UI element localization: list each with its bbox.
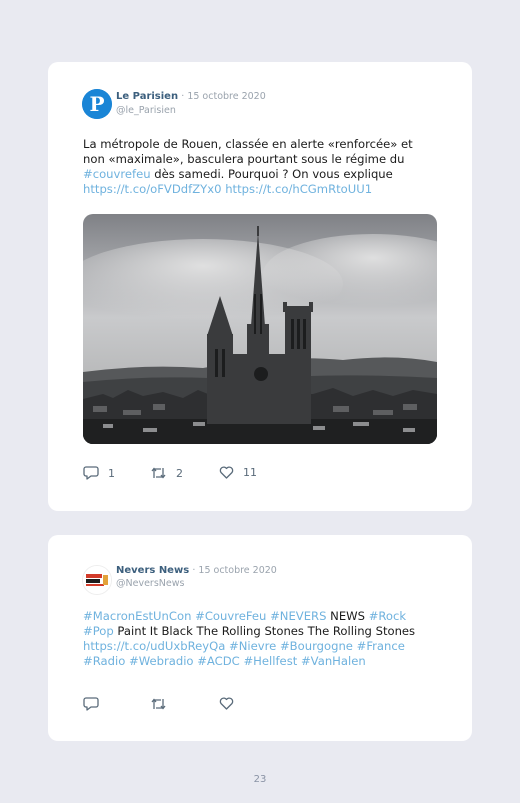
- tweet-date: · 15 octobre 2020: [192, 565, 277, 576]
- like-icon: [219, 466, 234, 479]
- tweet-text: #MacronEstUnCon #CouvreFeu #NEVERS NEWS …: [83, 609, 433, 669]
- reply-action[interactable]: 1: [83, 466, 115, 480]
- reply-action[interactable]: [83, 697, 108, 711]
- tweet-text-segment: Paint It Black The Rolling Stones The Ro…: [113, 624, 416, 638]
- reply-count: 1: [108, 466, 115, 480]
- hashtag-link[interactable]: #France: [357, 639, 405, 653]
- tweet-card-le-parisien: P Le Parisien · 15 octobre 2020 @le_Pari…: [48, 62, 472, 511]
- svg-text:P: P: [89, 92, 104, 116]
- tweet-photo[interactable]: [83, 214, 437, 444]
- url-link[interactable]: https://t.co/udUxbReyQa: [83, 639, 225, 653]
- hashtag-link[interactable]: #Pop: [83, 624, 114, 638]
- like-count: 11: [243, 466, 257, 479]
- hashtag-link[interactable]: #MacronEstUnCon: [83, 609, 191, 623]
- like-action[interactable]: 11: [219, 466, 257, 479]
- author-handle[interactable]: @NeversNews: [116, 578, 184, 589]
- tweet-text-segment: dès samedi. Pourquoi ? On vous explique: [150, 167, 393, 181]
- like-action[interactable]: [219, 697, 243, 710]
- hashtag-link[interactable]: #CouvreFeu: [195, 609, 266, 623]
- nevers-news-logo-icon: [83, 566, 111, 594]
- hashtag-link[interactable]: #Webradio: [129, 654, 194, 668]
- author-name[interactable]: Le Parisien: [116, 91, 178, 102]
- reply-icon: [83, 466, 99, 480]
- page-number: 23: [253, 774, 267, 785]
- reply-icon: [83, 697, 99, 711]
- author-line: Nevers News · 15 octobre 2020: [116, 565, 277, 576]
- retweet-count: 2: [176, 466, 183, 480]
- retweet-action[interactable]: [150, 697, 176, 711]
- url-link[interactable]: https://t.co/oFVDdfZYx0: [83, 182, 222, 196]
- avatar[interactable]: [82, 565, 112, 595]
- retweet-action[interactable]: 2: [150, 466, 183, 480]
- tweet-text-segment: La métropole de Rouen, classée en alerte…: [83, 137, 413, 166]
- avatar[interactable]: P: [82, 89, 112, 119]
- tweet-card-nevers-news: Nevers News · 15 octobre 2020 @NeversNew…: [48, 535, 472, 741]
- hashtag-link[interactable]: #VanHalen: [301, 654, 366, 668]
- tweet-date: · 15 octobre 2020: [181, 91, 266, 102]
- retweet-icon: [151, 467, 166, 479]
- hashtag-link[interactable]: #Radio: [83, 654, 125, 668]
- rouen-cathedral-photo: [83, 214, 437, 444]
- hashtag-link[interactable]: #Bourgogne: [280, 639, 353, 653]
- author-line: Le Parisien · 15 octobre 2020: [116, 91, 266, 102]
- author-name[interactable]: Nevers News: [116, 565, 189, 576]
- like-icon: [219, 697, 234, 710]
- le-parisien-logo-icon: P: [82, 89, 112, 119]
- tweet-text-segment: NEWS: [326, 609, 369, 623]
- hashtag-link[interactable]: #Hellfest: [243, 654, 297, 668]
- hashtag-link[interactable]: #Rock: [369, 609, 406, 623]
- retweet-icon: [151, 698, 166, 710]
- author-handle[interactable]: @le_Parisien: [116, 105, 176, 116]
- hashtag-link[interactable]: #Nievre: [229, 639, 276, 653]
- url-link[interactable]: https://t.co/hCGmRtoUU1: [225, 182, 372, 196]
- tweet-text: La métropole de Rouen, classée en alerte…: [83, 137, 433, 197]
- hashtag-link[interactable]: #ACDC: [197, 654, 240, 668]
- hashtag-link[interactable]: #NEVERS: [270, 609, 326, 623]
- hashtag-link[interactable]: #couvrefeu: [83, 167, 151, 181]
